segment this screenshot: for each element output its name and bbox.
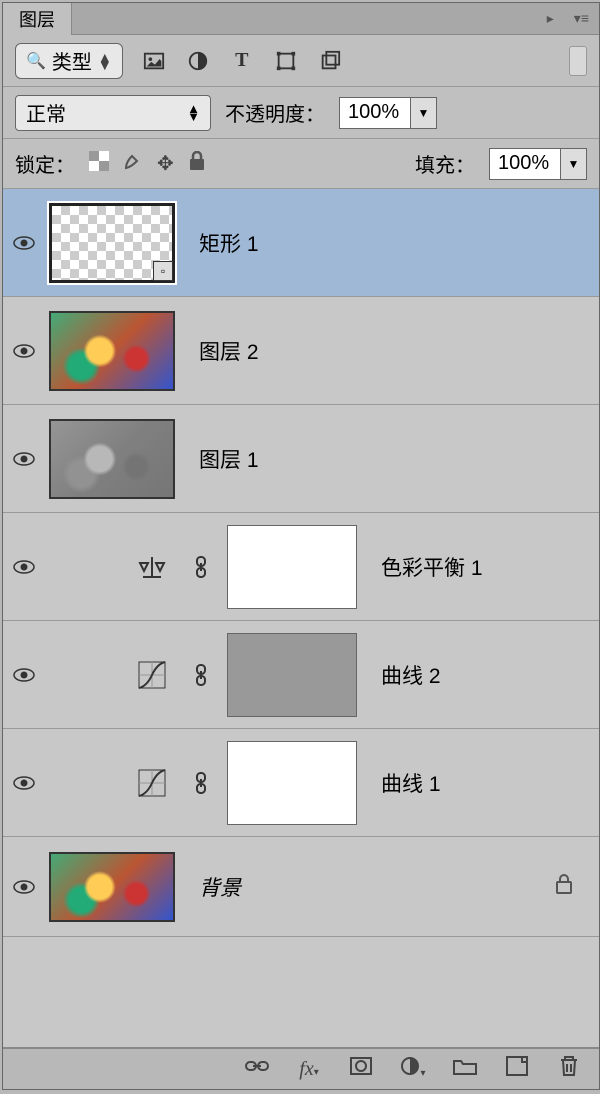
panel-tab-layers[interactable]: 图层 [3,3,72,35]
new-group-icon[interactable] [451,1057,479,1081]
filter-label: 类型 [52,46,92,75]
lock-label: 锁定： [15,149,75,178]
search-icon: 🔍 [26,51,46,71]
layer-thumbnail[interactable] [49,419,175,499]
filter-adjustment-icon[interactable] [185,48,211,74]
lock-pixels-icon[interactable] [123,151,143,177]
visibility-toggle[interactable] [13,452,35,466]
opacity-label: 不透明度： [225,98,325,127]
layer-thumbnail[interactable] [49,852,175,922]
curves-icon [129,660,175,690]
visibility-toggle[interactable] [13,344,35,358]
layer-name[interactable]: 背景 [199,872,241,902]
layer-row[interactable]: 背景 [3,837,599,937]
lock-all-icon[interactable] [188,151,206,177]
layer-row[interactable]: 曲线 2 [3,621,599,729]
visibility-toggle[interactable] [13,236,35,250]
layer-name[interactable]: 曲线 2 [381,660,441,690]
layer-row[interactable]: 图层 1 [3,405,599,513]
layer-row[interactable]: 图层 2 [3,297,599,405]
mask-thumbnail[interactable] [227,525,357,609]
link-layers-icon[interactable] [243,1057,271,1081]
updown-icon: ▲▼ [187,105,200,121]
filter-smartobject-icon[interactable] [317,48,343,74]
lock-icon [555,874,573,900]
filter-type-select[interactable]: 🔍 类型 ▲▼ [15,43,123,79]
blend-mode-select[interactable]: 正常 ▲▼ [15,95,211,131]
lock-transparency-icon[interactable] [89,151,109,177]
updown-icon: ▲▼ [98,53,112,69]
visibility-toggle[interactable] [13,668,35,682]
fill-label: 填充： [415,149,475,178]
layer-name[interactable]: 矩形 1 [199,228,259,258]
new-adjustment-icon[interactable]: ▾ [399,1056,427,1082]
visibility-toggle[interactable] [13,880,35,894]
mask-thumbnail[interactable] [227,741,357,825]
layer-row[interactable]: 色彩平衡 1 [3,513,599,621]
layer-row[interactable]: ▫ 矩形 1 [3,189,599,297]
lock-position-icon[interactable]: ✥ [157,151,174,177]
filter-type-layer-icon[interactable]: T [229,48,255,74]
layer-row[interactable]: 曲线 1 [3,729,599,837]
balance-icon [129,553,175,581]
new-layer-icon[interactable] [503,1056,531,1082]
effects-icon[interactable]: fx▾ [295,1058,323,1081]
filter-pixel-icon[interactable] [141,48,167,74]
opacity-input[interactable]: 100% [340,98,410,128]
link-icon[interactable] [185,663,217,687]
filter-toggle[interactable] [569,46,587,76]
visibility-toggle[interactable] [13,776,35,790]
link-icon[interactable] [185,771,217,795]
new-mask-icon[interactable] [347,1057,375,1081]
layer-name[interactable]: 曲线 1 [381,768,441,798]
layer-name[interactable]: 图层 1 [199,444,259,474]
filter-shape-icon[interactable] [273,48,299,74]
panel-menu-icon[interactable]: ▾≡ [564,6,599,31]
layer-name[interactable]: 图层 2 [199,336,259,366]
collapse-icon[interactable]: ▸ [537,6,564,31]
link-icon[interactable] [185,555,217,579]
visibility-toggle[interactable] [13,560,35,574]
mask-thumbnail[interactable] [227,633,357,717]
opacity-dropdown-icon[interactable]: ▼ [410,98,436,128]
fill-input[interactable]: 100% [490,149,560,179]
layer-thumbnail[interactable]: ▫ [49,203,175,283]
layers-list: ▫ 矩形 1 图层 2 图层 1 色彩平衡 1 [3,189,599,1047]
layer-name[interactable]: 色彩平衡 1 [381,552,483,582]
shape-badge-icon: ▫ [153,261,173,281]
fill-dropdown-icon[interactable]: ▼ [560,149,586,179]
curves-icon [129,768,175,798]
delete-layer-icon[interactable] [555,1055,583,1083]
layer-thumbnail[interactable] [49,311,175,391]
blend-mode-label: 正常 [26,98,66,127]
